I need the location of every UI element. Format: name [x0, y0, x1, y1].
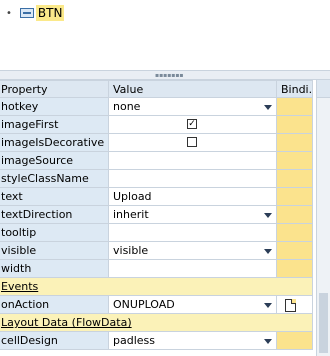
property-name: imageIsDecorative: [0, 133, 109, 152]
section-title-events[interactable]: Events: [0, 277, 313, 296]
table-row: text Upload: [0, 187, 313, 206]
tree-node-btn[interactable]: • BTN: [6, 4, 65, 22]
binding-cell[interactable]: [276, 97, 313, 116]
scrollbar-header: [317, 80, 330, 98]
property-value-cell: ✓: [108, 115, 277, 134]
property-name: onAction: [0, 295, 109, 314]
property-name: text: [0, 187, 109, 206]
column-header-property[interactable]: Property: [0, 80, 109, 98]
binding-cell[interactable]: [276, 169, 313, 188]
table-row: styleClassName: [0, 169, 313, 188]
dropdown-arrow-icon[interactable]: [264, 339, 272, 344]
property-name: hotkey: [0, 97, 109, 116]
dropdown-arrow-icon[interactable]: [264, 249, 272, 254]
properties-grid: Property Value Bindi... hotkey none imag…: [0, 80, 330, 356]
binding-cell[interactable]: [276, 241, 313, 260]
vertical-scrollbar[interactable]: [316, 80, 330, 356]
property-value-input[interactable]: [108, 223, 277, 242]
table-row: imageFirst ✓: [0, 115, 313, 134]
checkbox-image-is-decorative[interactable]: [187, 137, 197, 147]
property-name: visible: [0, 241, 109, 260]
binding-cell[interactable]: [276, 187, 313, 206]
table-row: tooltip: [0, 223, 313, 242]
binding-cell[interactable]: [276, 151, 313, 170]
tree-bullet-icon: •: [6, 7, 12, 19]
dropdown-arrow-icon[interactable]: [264, 213, 272, 218]
property-value-input[interactable]: [108, 259, 277, 278]
binding-cell[interactable]: [276, 331, 313, 350]
property-value-cell: [108, 133, 277, 152]
checkbox-image-first[interactable]: ✓: [187, 119, 197, 129]
property-value-input[interactable]: Upload: [108, 187, 277, 206]
property-value-dropdown[interactable]: inherit: [108, 205, 277, 224]
binding-cell[interactable]: [276, 115, 313, 134]
dropdown-arrow-icon[interactable]: [264, 105, 272, 110]
property-value-input[interactable]: [108, 151, 277, 170]
property-name: tooltip: [0, 223, 109, 242]
property-value-dropdown[interactable]: padless: [108, 331, 277, 350]
table-row: imageIsDecorative: [0, 133, 313, 152]
binding-cell[interactable]: [276, 259, 313, 278]
section-row-layout-data: Layout Data (FlowData): [0, 313, 313, 332]
pane-splitter[interactable]: ▪▪▪▪▪▪▪: [0, 70, 330, 80]
table-row: cellDesign padless: [0, 331, 313, 350]
dropdown-arrow-icon[interactable]: [264, 303, 272, 308]
binding-cell[interactable]: [276, 223, 313, 242]
document-icon[interactable]: [285, 299, 296, 312]
button-element-icon: [19, 8, 34, 18]
column-header-binding[interactable]: Bindi...: [276, 80, 313, 98]
table-row: width: [0, 259, 313, 278]
property-value: visible: [113, 244, 149, 257]
binding-cell[interactable]: [276, 205, 313, 224]
property-name: textDirection: [0, 205, 109, 224]
property-name: styleClassName: [0, 169, 109, 188]
splitter-grip-icon: ▪▪▪▪▪▪▪: [155, 72, 184, 79]
table-row: visible visible: [0, 241, 313, 260]
tree-node-label[interactable]: BTN: [35, 5, 65, 21]
binding-cell[interactable]: [276, 133, 313, 152]
property-value: ONUPLOAD: [113, 298, 175, 311]
table-row: imageSource: [0, 151, 313, 170]
outline-tree: • BTN: [0, 0, 330, 70]
property-name: imageFirst: [0, 115, 109, 134]
binding-cell[interactable]: [276, 295, 313, 314]
section-row-events: Events: [0, 277, 313, 296]
property-value-dropdown[interactable]: none: [108, 97, 277, 116]
property-name: width: [0, 259, 109, 278]
property-value-input[interactable]: [108, 169, 277, 188]
property-value: padless: [113, 334, 155, 347]
scrollbar-thumb[interactable]: [319, 293, 328, 353]
table-row: onAction ONUPLOAD: [0, 295, 313, 314]
property-name: imageSource: [0, 151, 109, 170]
table-row: textDirection inherit: [0, 205, 313, 224]
property-name: cellDesign: [0, 331, 109, 350]
column-header-value[interactable]: Value: [108, 80, 277, 98]
property-value: none: [113, 100, 141, 113]
property-value: inherit: [113, 208, 149, 221]
section-title-layout-data[interactable]: Layout Data (FlowData): [0, 313, 313, 332]
table-row: hotkey none: [0, 97, 313, 116]
property-value-dropdown[interactable]: visible: [108, 241, 277, 260]
property-value-dropdown[interactable]: ONUPLOAD: [108, 295, 277, 314]
